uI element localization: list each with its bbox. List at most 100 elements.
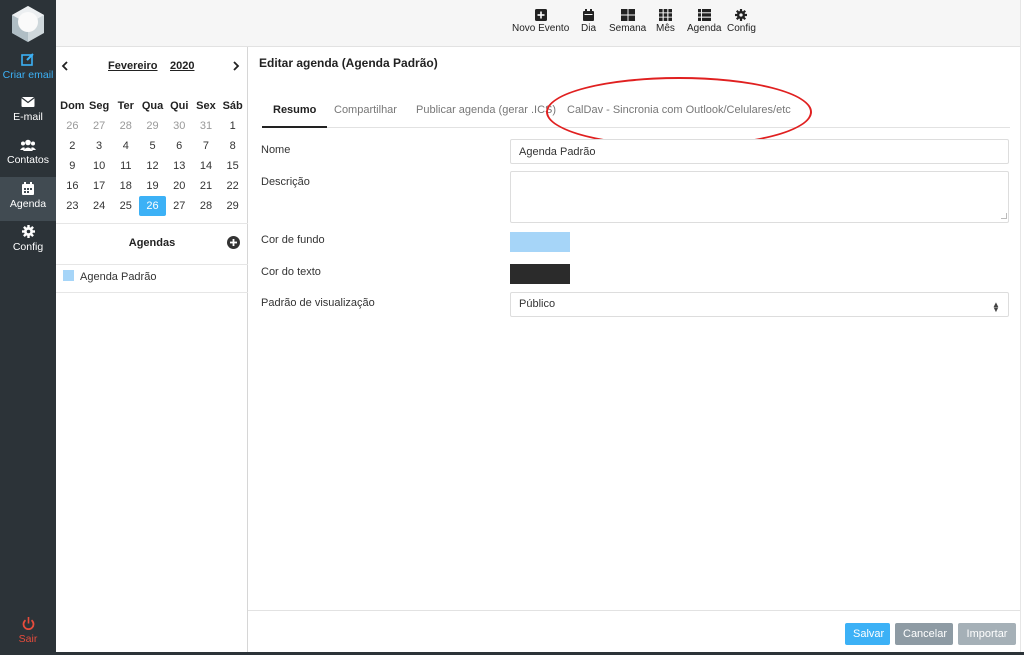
background-color-picker[interactable] [510, 232, 570, 252]
month-view-label: Mês [656, 23, 675, 34]
week-view-label: Semana [609, 23, 647, 34]
cancel-button[interactable]: Cancelar [895, 623, 953, 645]
tab-share[interactable]: Compartilhar [334, 104, 397, 128]
prev-month-icon[interactable] [61, 61, 68, 74]
nav-contacts[interactable]: Contatos [0, 139, 56, 181]
new-event-button[interactable]: Novo Evento [512, 9, 569, 34]
panel-divider [56, 292, 248, 293]
calendar-day[interactable]: 20 [166, 176, 193, 196]
calendar-day[interactable]: 15 [219, 156, 246, 176]
agenda-view-label: Agenda [687, 23, 722, 34]
calendar-day-today[interactable]: 26 [139, 196, 166, 216]
compose-icon [21, 53, 34, 66]
calendar-day[interactable]: 5 [139, 136, 166, 156]
day-view-button[interactable]: Dia [581, 9, 596, 34]
calendar-day[interactable]: 23 [59, 196, 86, 216]
resize-grip-icon[interactable] [1001, 213, 1007, 219]
calendar-panel: Fevereiro 2020 Dom Seg Ter Qua Qui Sex S… [56, 0, 248, 652]
agenda-list-item[interactable]: Agenda Padrão [63, 270, 156, 284]
calendar-day[interactable]: 29 [219, 196, 246, 216]
tab-publish[interactable]: Publicar agenda (gerar .ICS) [416, 104, 556, 128]
new-event-label: Novo Evento [512, 23, 570, 34]
calendar-day[interactable]: 17 [86, 176, 113, 196]
day-view-label: Dia [581, 23, 597, 34]
weekday-label: Dom [60, 100, 85, 112]
calendar-day[interactable]: 7 [193, 136, 220, 156]
calendar-day[interactable]: 6 [166, 136, 193, 156]
calendar-day[interactable]: 8 [219, 136, 246, 156]
weekday-header: Dom Seg Ter Qua Qui Sex Sáb [59, 96, 246, 116]
calendar-week: 2 3 4 5 6 7 8 [59, 136, 246, 156]
calendar-day[interactable]: 12 [139, 156, 166, 176]
nav-logout-label: Sair [18, 633, 38, 645]
calendar-day[interactable]: 28 [112, 116, 139, 136]
month-view-button[interactable]: Mês [656, 9, 675, 34]
calendar-week: 26 27 28 29 30 31 1 [59, 116, 246, 136]
agendas-title: Agendas [128, 237, 176, 249]
calendar-week: 23 24 25 26 27 28 29 [59, 196, 246, 216]
nav-config[interactable]: Config [0, 225, 56, 267]
calendar-day[interactable]: 14 [193, 156, 220, 176]
calendar-day[interactable]: 9 [59, 156, 86, 176]
annotation-circle [546, 77, 812, 147]
nav-compose[interactable]: Criar email [0, 52, 56, 94]
calendar-day[interactable]: 26 [59, 116, 86, 136]
calendar-day[interactable]: 18 [112, 176, 139, 196]
list-icon [697, 9, 711, 21]
app-logo[interactable] [9, 5, 47, 43]
agenda-list-item-label: Agenda Padrão [80, 271, 157, 283]
top-toolbar: Novo Evento Dia Semana Mês Agenda Config [248, 0, 1024, 47]
nav-email-label: E-mail [13, 111, 43, 123]
calendar-day[interactable]: 31 [193, 116, 220, 136]
calendar-day[interactable]: 28 [193, 196, 220, 216]
week-view-button[interactable]: Semana [609, 9, 646, 34]
nav-agenda[interactable]: Agenda [0, 177, 56, 221]
calendar-day[interactable]: 24 [86, 196, 113, 216]
calendar-day[interactable]: 10 [86, 156, 113, 176]
plus-square-icon [534, 9, 547, 21]
tab-summary[interactable]: Resumo [262, 104, 328, 128]
calendar-day[interactable]: 27 [166, 196, 193, 216]
week-grid-icon [620, 9, 635, 21]
add-agenda-icon[interactable] [227, 236, 240, 249]
view-default-label: Padrão de visualização [261, 297, 375, 309]
main-nav: Criar email E-mail Contatos Agenda Confi… [0, 0, 56, 652]
text-color-picker[interactable] [510, 264, 570, 284]
mini-calendar: Dom Seg Ter Qua Qui Sex Sáb 26 27 28 29 … [59, 96, 246, 216]
calendar-day[interactable]: 16 [59, 176, 86, 196]
calendar-day[interactable]: 1 [219, 116, 246, 136]
nav-agenda-label: Agenda [9, 198, 47, 210]
month-grid-icon [658, 9, 672, 21]
agenda-view-button[interactable]: Agenda [687, 9, 721, 34]
save-button[interactable]: Salvar [845, 623, 890, 645]
calendar-day[interactable]: 2 [59, 136, 86, 156]
year-selector[interactable]: 2020 [170, 60, 194, 72]
calendar-day[interactable]: 21 [193, 176, 220, 196]
calendar-day[interactable]: 29 [139, 116, 166, 136]
calendar-day[interactable]: 4 [112, 136, 139, 156]
description-textarea[interactable] [510, 171, 1009, 223]
envelope-icon [21, 97, 35, 107]
calendar-day[interactable]: 27 [86, 116, 113, 136]
calendar-day[interactable]: 22 [219, 176, 246, 196]
calendar-day[interactable]: 30 [166, 116, 193, 136]
calendar-day[interactable]: 25 [112, 196, 139, 216]
calendar-day[interactable]: 13 [166, 156, 193, 176]
gear-icon [21, 225, 35, 238]
name-input[interactable] [510, 139, 1009, 164]
nav-email[interactable]: E-mail [0, 96, 56, 138]
nav-logout[interactable]: Sair [0, 617, 56, 655]
weekday-label: Sáb [222, 100, 243, 112]
visibility-select[interactable]: Público [510, 292, 1009, 317]
toolbar-config-button[interactable]: Config [727, 9, 756, 34]
next-month-icon[interactable] [233, 61, 240, 74]
import-button[interactable]: Importar [958, 623, 1016, 645]
month-selector[interactable]: Fevereiro [108, 60, 158, 72]
window-edge [1020, 0, 1024, 652]
users-icon [20, 139, 36, 151]
calendar-day[interactable]: 19 [139, 176, 166, 196]
calendar-day[interactable]: 11 [112, 156, 139, 176]
calendar-day[interactable]: 3 [86, 136, 113, 156]
panel-divider [56, 223, 248, 224]
weekday-label: Sex [196, 100, 216, 112]
